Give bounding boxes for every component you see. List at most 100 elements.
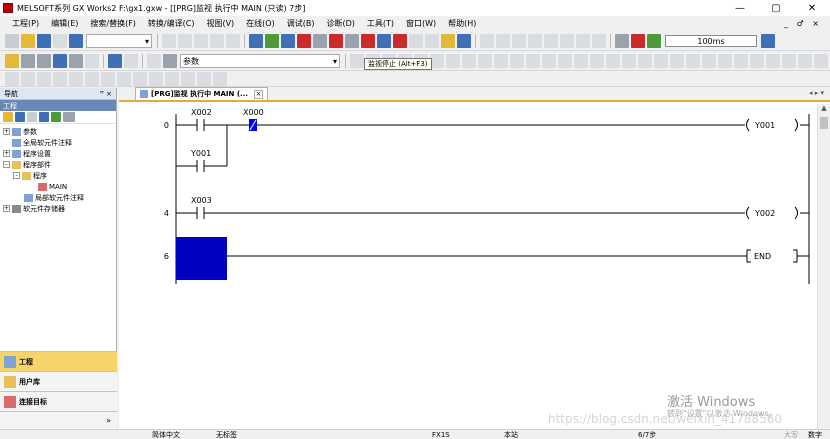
- tree-item-program[interactable]: - 程序: [0, 170, 116, 181]
- clock-icon[interactable]: [147, 54, 161, 68]
- ladder-symbol-icon[interactable]: [526, 54, 540, 68]
- ladder-symbol-icon[interactable]: [542, 54, 556, 68]
- ladder-symbol-icon[interactable]: [69, 72, 83, 86]
- collapse-icon[interactable]: -: [3, 161, 10, 168]
- minimize-button[interactable]: —: [722, 0, 758, 16]
- menu-project[interactable]: 工程(P): [6, 18, 45, 29]
- target-combo[interactable]: ▾: [86, 34, 152, 48]
- tree-item-main[interactable]: MAIN: [0, 181, 116, 192]
- scroll-up-icon[interactable]: ▲: [818, 104, 830, 116]
- coil-y001[interactable]: [794, 118, 798, 132]
- window-icon[interactable]: [457, 34, 471, 48]
- menu-tool[interactable]: 工具(T): [361, 18, 400, 29]
- ladder-symbol-icon[interactable]: [686, 54, 700, 68]
- play-icon[interactable]: [631, 34, 645, 48]
- tab-scroll-controls[interactable]: ◂ ▸ ▾: [809, 89, 824, 97]
- ladder-diagram[interactable]: 0 X002 X000 Y001 Y001 4 X003 Y002 6 END: [119, 104, 813, 429]
- nav-button-project[interactable]: 工程: [0, 351, 117, 371]
- ladder-symbol-icon[interactable]: [350, 54, 364, 68]
- copy-data-icon[interactable]: [27, 112, 37, 122]
- tree-item-local-comment[interactable]: 局部软元件注释: [0, 192, 116, 203]
- monitor-stop-icon[interactable]: [361, 34, 375, 48]
- open-data-icon[interactable]: [15, 112, 25, 122]
- ladder-tool-icon[interactable]: [560, 34, 574, 48]
- ladder-symbol-icon[interactable]: [117, 72, 131, 86]
- ladder-tool-icon[interactable]: [512, 34, 526, 48]
- ladder-symbol-icon[interactable]: [558, 54, 572, 68]
- ladder-symbol-icon[interactable]: [638, 54, 652, 68]
- ladder-symbol-icon[interactable]: [430, 54, 444, 68]
- ladder-symbol-icon[interactable]: [606, 54, 620, 68]
- ladder-tool-icon[interactable]: [544, 34, 558, 48]
- menu-window[interactable]: 窗口(W): [400, 18, 442, 29]
- ladder-symbol-icon[interactable]: [21, 72, 35, 86]
- remote-icon[interactable]: [329, 34, 343, 48]
- help-icon[interactable]: [69, 34, 83, 48]
- run-icon[interactable]: [615, 34, 629, 48]
- parameter-combo[interactable]: 参数 ▾: [180, 54, 340, 68]
- redo-icon[interactable]: [226, 34, 240, 48]
- open-folder-icon[interactable]: [21, 34, 35, 48]
- pin-close-icon[interactable]: ꟸ ×: [100, 90, 112, 98]
- ladder-symbol-icon[interactable]: [510, 54, 524, 68]
- ladder-tool-icon[interactable]: [576, 34, 590, 48]
- ladder-symbol-icon[interactable]: [478, 54, 492, 68]
- maximize-button[interactable]: ▢: [758, 0, 794, 16]
- ladder-symbol-icon[interactable]: [85, 72, 99, 86]
- ladder-symbol-icon[interactable]: [133, 72, 147, 86]
- expand-icon[interactable]: +: [3, 150, 10, 157]
- menu-online[interactable]: 在线(O): [240, 18, 281, 29]
- tab-main-monitor[interactable]: [PRG]监视 执行中 MAIN (... ×: [135, 87, 268, 100]
- ladder-symbol-icon[interactable]: [718, 54, 732, 68]
- dock-icon[interactable]: [21, 54, 35, 68]
- menu-compile[interactable]: 转换/编译(C): [142, 18, 201, 29]
- expand-icon[interactable]: +: [3, 205, 10, 212]
- ladder-symbol-icon[interactable]: [814, 54, 828, 68]
- element-list-icon[interactable]: [37, 54, 51, 68]
- menu-debug[interactable]: 调试(B): [281, 18, 321, 29]
- monitor-icon[interactable]: [345, 34, 359, 48]
- compile-all-icon[interactable]: [265, 34, 279, 48]
- menu-diagnostics[interactable]: 诊断(D): [320, 18, 360, 29]
- ladder-symbol-icon[interactable]: [654, 54, 668, 68]
- cursor-selection[interactable]: [176, 237, 227, 280]
- ladder-symbol-icon[interactable]: [37, 72, 51, 86]
- collapse-icon[interactable]: -: [13, 172, 20, 179]
- vertical-scrollbar[interactable]: ▲: [817, 104, 830, 429]
- ladder-symbol-icon[interactable]: [494, 54, 508, 68]
- output-icon[interactable]: [69, 54, 83, 68]
- paste-icon[interactable]: [194, 34, 208, 48]
- ladder-symbol-icon[interactable]: [782, 54, 796, 68]
- sort-icon[interactable]: [63, 112, 75, 122]
- device-test-icon[interactable]: [425, 34, 439, 48]
- coil-y002[interactable]: [794, 206, 798, 220]
- ladder-symbol-icon[interactable]: [5, 72, 19, 86]
- simulation-icon[interactable]: [441, 34, 455, 48]
- print-icon[interactable]: [53, 34, 67, 48]
- property-icon[interactable]: [39, 112, 49, 122]
- ladder-symbol-icon[interactable]: [213, 72, 227, 86]
- navigation-icon[interactable]: [5, 54, 19, 68]
- ladder-symbol-icon[interactable]: [53, 72, 67, 86]
- nav-more-button[interactable]: »: [0, 411, 117, 429]
- ladder-symbol-icon[interactable]: [165, 72, 179, 86]
- compile-icon[interactable]: [249, 34, 263, 48]
- find-icon[interactable]: [53, 54, 67, 68]
- watch-icon[interactable]: [409, 34, 423, 48]
- end-instruction[interactable]: [793, 249, 798, 263]
- expand-icon[interactable]: +: [3, 128, 10, 135]
- batch-icon[interactable]: [124, 54, 138, 68]
- new-data-icon[interactable]: [3, 112, 13, 122]
- close-button[interactable]: ✕: [794, 0, 830, 16]
- new-file-icon[interactable]: [5, 34, 19, 48]
- ladder-symbol-icon[interactable]: [197, 72, 211, 86]
- ladder-symbol-icon[interactable]: [702, 54, 716, 68]
- tree-item-device-memory[interactable]: + 软元件存储器: [0, 203, 116, 214]
- ladder-symbol-icon[interactable]: [766, 54, 780, 68]
- step-icon[interactable]: [647, 34, 661, 48]
- ladder-tool-icon[interactable]: [480, 34, 494, 48]
- verify-icon[interactable]: [313, 34, 327, 48]
- write-plc-icon[interactable]: [281, 34, 295, 48]
- undo-icon[interactable]: [210, 34, 224, 48]
- tree-item-parameters[interactable]: + 参数: [0, 126, 116, 137]
